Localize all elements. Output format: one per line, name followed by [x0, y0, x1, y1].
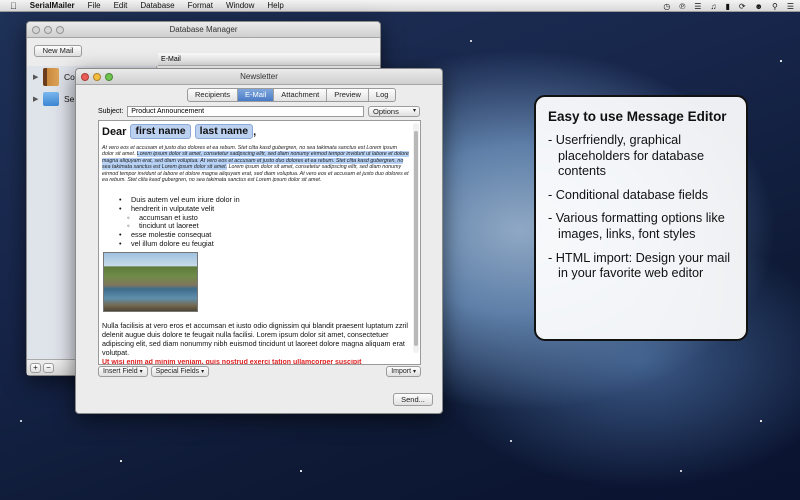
- menu-help[interactable]: Help: [267, 0, 283, 12]
- menu-file[interactable]: File: [88, 0, 101, 12]
- close-icon[interactable]: [32, 26, 40, 34]
- newsletter-window: Newsletter Recipients E-Mail Attachment …: [75, 68, 443, 414]
- newsletter-tabs: Recipients E-Mail Attachment Preview Log: [187, 88, 397, 102]
- import-label: Import: [391, 368, 412, 375]
- body-lorem-text: At vero eos et accusam et justo duo dolo…: [102, 145, 409, 183]
- menu-format[interactable]: Format: [188, 0, 213, 12]
- scrollbar-thumb[interactable]: [414, 131, 418, 346]
- send-button[interactable]: Send...: [393, 393, 433, 406]
- menu-database[interactable]: Database: [140, 0, 174, 12]
- feature-item: - Conditional database fields: [548, 187, 709, 202]
- greeting-text: Dear: [102, 125, 127, 138]
- embedded-landscape-image[interactable]: [103, 252, 198, 312]
- greeting-line: Dear first name last name ,: [102, 124, 256, 139]
- email-column-header[interactable]: E-Mail: [158, 53, 380, 66]
- feature-item: - HTML import: Design your mail in your …: [548, 250, 731, 281]
- tab-attachment[interactable]: Attachment: [274, 89, 328, 101]
- menu-app-name[interactable]: SerialMailer: [30, 0, 75, 12]
- chevron-down-icon: ▾: [139, 369, 143, 375]
- special-fields-label: Special Fields: [155, 368, 200, 375]
- editor-bottom-bar: Insert Field ▾ Special Fields ▾ Import ▾: [98, 365, 421, 378]
- spotlight-icon[interactable]: ⚲: [772, 2, 778, 11]
- feature-item: - Various formatting options like images…: [548, 211, 725, 241]
- database-manager-titlebar: Database Manager: [27, 22, 380, 38]
- battery-icon[interactable]: ▮: [725, 2, 729, 11]
- star: [20, 420, 22, 422]
- greeting-suffix: ,: [253, 125, 257, 138]
- address-book-icon: [43, 68, 59, 86]
- star: [300, 470, 302, 472]
- notification-icon[interactable]: ☰: [787, 2, 794, 11]
- tab-preview[interactable]: Preview: [327, 89, 369, 101]
- insert-field-button[interactable]: Insert Field ▾: [98, 366, 148, 377]
- tab-recipients[interactable]: Recipients: [188, 89, 239, 101]
- zoom-icon[interactable]: [105, 73, 113, 81]
- feature-callout: Easy to use Message Editor - Userfriendl…: [534, 95, 748, 341]
- special-fields-button[interactable]: Special Fields ▾: [150, 366, 210, 377]
- star: [760, 420, 762, 422]
- sync-icon[interactable]: ⟳: [739, 2, 746, 11]
- body-paragraph: Nulla facilisis at vero eros et accumsan…: [102, 321, 409, 357]
- star: [510, 440, 512, 442]
- star: [470, 40, 472, 42]
- newsletter-titlebar: Newsletter: [76, 69, 442, 85]
- sidebar-item-label: Se: [64, 94, 75, 104]
- new-mail-button[interactable]: New Mail: [34, 45, 82, 57]
- add-database-button[interactable]: +: [30, 362, 41, 373]
- disclosure-triangle-icon[interactable]: ▶: [33, 73, 43, 81]
- menu-window[interactable]: Window: [226, 0, 254, 12]
- menu-edit[interactable]: Edit: [114, 0, 128, 12]
- user-icon[interactable]: ☻: [755, 2, 763, 11]
- message-editor[interactable]: Dear first name last name , At vero eos …: [98, 120, 421, 365]
- database-manager-title: Database Manager: [169, 25, 238, 34]
- options-label: Options: [373, 107, 399, 116]
- volume-icon[interactable]: ♫: [710, 2, 716, 11]
- tab-log[interactable]: Log: [369, 89, 396, 101]
- subject-row: Subject: Product Announcement: [98, 106, 365, 117]
- star: [120, 460, 122, 462]
- import-button[interactable]: Import ▾: [386, 366, 421, 377]
- feature-item: - Userfriendly, graphical placeholders f…: [548, 133, 705, 179]
- newsletter-title: Newsletter: [240, 72, 278, 81]
- folder-icon: [43, 92, 59, 106]
- minimize-icon[interactable]: [93, 73, 101, 81]
- editor-scrollbar[interactable]: [413, 123, 419, 353]
- placeholder-last-name[interactable]: last name: [194, 124, 254, 139]
- chevron-down-icon: ▾: [201, 369, 205, 375]
- bullet-list: Duis autem vel eum iriure dolor in hendr…: [119, 195, 240, 249]
- disclosure-triangle-icon[interactable]: ▶: [33, 95, 43, 103]
- time-machine-icon[interactable]: ◷: [663, 2, 670, 11]
- placeholder-first-name[interactable]: first name: [130, 124, 191, 139]
- apple-menu-icon[interactable]: : [10, 0, 17, 12]
- menu-bar:  SerialMailer File Edit Database Format…: [0, 0, 800, 12]
- bluetooth-icon[interactable]: ℗: [679, 2, 685, 11]
- chevron-down-icon: ▾: [412, 108, 416, 114]
- star: [680, 470, 682, 472]
- tab-email[interactable]: E-Mail: [238, 89, 275, 101]
- list-item: vel illum dolore eu feugiat: [119, 239, 240, 249]
- close-icon[interactable]: [81, 73, 89, 81]
- callout-title: Easy to use Message Editor: [548, 109, 727, 124]
- subject-input[interactable]: Product Announcement: [127, 106, 365, 117]
- subject-label: Subject:: [98, 108, 124, 115]
- minimize-icon[interactable]: [44, 26, 52, 34]
- star: [780, 60, 782, 62]
- remove-database-button[interactable]: −: [43, 362, 54, 373]
- wifi-icon[interactable]: ☰: [694, 2, 701, 11]
- insert-field-label: Insert Field: [103, 368, 138, 375]
- options-popup-button[interactable]: Options ▾: [368, 106, 420, 117]
- zoom-icon[interactable]: [56, 26, 64, 34]
- feature-list: - Userfriendly, graphical placeholders f…: [548, 133, 737, 282]
- chevron-down-icon: ▾: [412, 369, 416, 375]
- menu-extras: ◷ ℗ ☰ ♫ ▮ ⟳ ☻ ⚲ ☰: [663, 0, 794, 12]
